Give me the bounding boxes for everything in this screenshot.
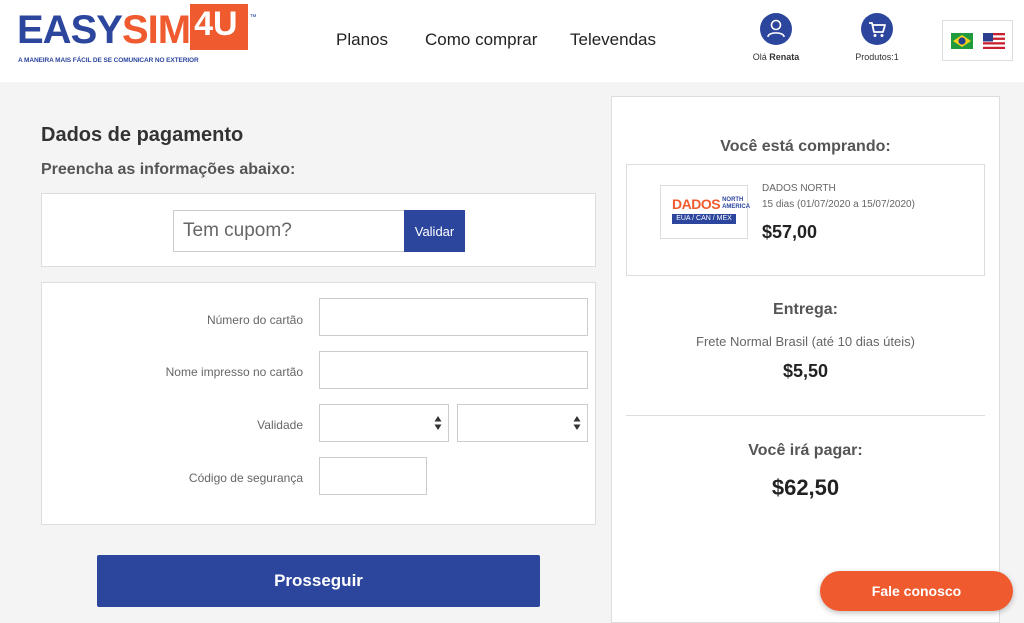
language-selector — [942, 20, 1013, 61]
cart-count: Produtos:1 — [855, 52, 899, 62]
nav-televendas[interactable]: Televendas — [570, 30, 656, 50]
product-logo-band: EUA / CAN / MEX — [672, 214, 736, 224]
nav-planos[interactable]: Planos — [336, 30, 388, 50]
delivery-method: Frete Normal Brasil (até 10 dias úteis) — [696, 334, 915, 349]
card-name-label: Nome impresso no cartão — [165, 365, 303, 379]
proceed-button[interactable]: Prosseguir — [97, 555, 540, 607]
easysim4u-logo[interactable]: EASY SIM 4U ™ A MANEIRA MAIS FÁCIL DE SE… — [17, 4, 262, 70]
logo-sim-text: SIM — [121, 8, 191, 52]
contact-chat-button[interactable]: Fale conosco — [820, 571, 1013, 611]
card-number-label: Número do cartão — [206, 313, 303, 327]
select-arrows-icon — [573, 416, 581, 430]
logo-tagline: A MANEIRA MAIS FÁCIL DE SE COMUNICAR NO … — [18, 57, 199, 64]
product-name: DADOS NORTH — [762, 183, 836, 194]
product-period: 15 dias (01/07/2020 a 15/07/2020) — [762, 199, 915, 210]
page-subtitle: Preencha as informações abaixo: — [41, 161, 296, 178]
validate-coupon-button[interactable]: Validar — [404, 210, 465, 252]
expiry-month-select[interactable] — [319, 404, 449, 442]
brazil-flag-icon[interactable] — [950, 30, 973, 52]
coupon-input[interactable] — [173, 210, 404, 252]
user-name: Renata — [769, 52, 800, 62]
logo-4u-text: 4U — [190, 4, 248, 50]
coupon-card: Validar — [41, 193, 596, 267]
product-logo-sub: NORTH AMERICA — [722, 197, 751, 210]
total-title: Você irá pagar: — [748, 442, 863, 459]
card-name-input[interactable] — [319, 351, 588, 389]
user-greeting: Olá Renata — [741, 52, 811, 62]
logo-easy-text: EASY — [17, 8, 123, 52]
user-icon — [760, 13, 792, 45]
cvv-input[interactable] — [319, 457, 427, 495]
order-summary: Você está comprando: DADOS NORTH AMERICA… — [611, 96, 1000, 623]
card-form: Número do cartão Nome impresso no cartão… — [41, 282, 596, 525]
user-account-button[interactable]: Olá Renata — [741, 13, 811, 62]
page-title: Dados de pagamento — [41, 124, 244, 146]
product-logo-main: DADOS — [672, 196, 721, 212]
total-price: $62,50 — [771, 475, 840, 500]
expiry-year-select[interactable] — [457, 404, 588, 442]
buying-title: Você está comprando: — [720, 138, 891, 155]
cvv-label: Código de segurança — [188, 471, 303, 485]
delivery-title: Entrega: — [773, 301, 838, 318]
summary-divider — [626, 415, 985, 416]
delivery-price: $5,50 — [782, 361, 829, 381]
greeting-text: Olá — [752, 52, 767, 62]
product-logo: DADOS NORTH AMERICA EUA / CAN / MEX — [660, 185, 751, 239]
expiry-label: Validade — [257, 418, 303, 432]
nav-como-comprar[interactable]: Como comprar — [425, 30, 537, 50]
cart-icon — [861, 13, 893, 45]
card-number-input[interactable] — [319, 298, 588, 336]
product-price: $57,00 — [762, 222, 818, 242]
site-header: EASY SIM 4U ™ A MANEIRA MAIS FÁCIL DE SE… — [0, 0, 1024, 82]
usa-flag-icon[interactable] — [982, 30, 1005, 52]
logo-trademark: ™ — [249, 14, 257, 21]
product-card: DADOS NORTH AMERICA EUA / CAN / MEX DADO… — [626, 164, 985, 276]
select-arrows-icon — [434, 416, 442, 430]
cart-button[interactable]: Produtos:1 — [842, 13, 912, 62]
